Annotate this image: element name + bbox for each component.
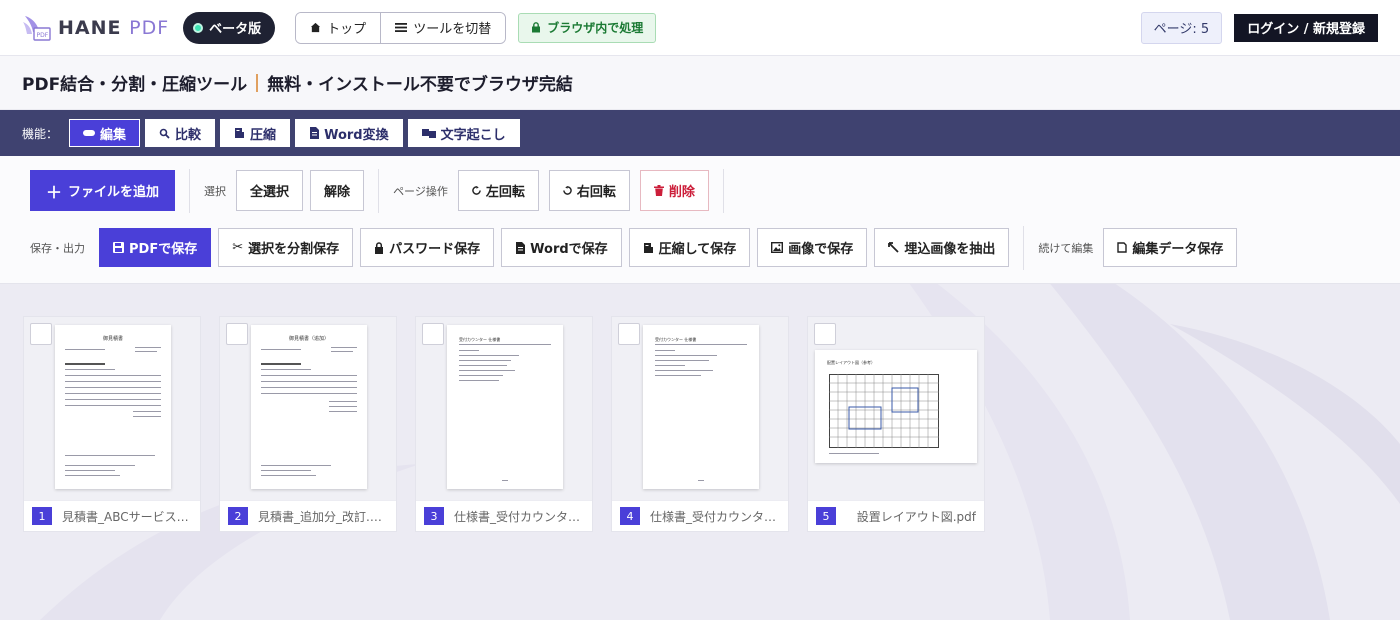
svg-text:PDF: PDF <box>37 32 49 39</box>
page-select-checkbox[interactable] <box>30 323 52 345</box>
page-count-badge: ページ: 5 <box>1140 11 1223 44</box>
page-thumbnails: 御見積書 1 見積書_ABCサービス.pdf 御見積書（追加） 2 見積書_追加… <box>23 316 985 532</box>
save-pdf-button[interactable]: PDFで保存 <box>99 228 212 267</box>
save-icon <box>113 242 124 253</box>
page-title-bar: PDF結合・分割・圧縮ツール 無料・インストール不要でブラウザ完結 <box>0 56 1400 110</box>
password-save-button[interactable]: パスワード保存 <box>360 228 495 267</box>
beta-badge: ベータ版 <box>183 11 276 44</box>
magnifier-icon <box>159 128 170 139</box>
rotate-left-button[interactable]: 左回転 <box>457 170 539 211</box>
tab-compare[interactable]: 比較 <box>145 119 216 147</box>
page-card-footer: 4 仕様書_受付カウンター2.pdf <box>612 500 788 531</box>
menu-icon <box>395 23 408 32</box>
page-preview: 受付カウンター 仕様書 <box>643 325 759 489</box>
feature-label: 機能： <box>22 126 59 141</box>
page-file-name: 設置レイアウト図.pdf <box>856 509 976 524</box>
delete-button[interactable]: 削除 <box>639 170 709 211</box>
page-file-name: 見積書_ABCサービス.pdf <box>62 509 192 524</box>
tab-word-convert[interactable]: Word変換 <box>295 119 403 147</box>
select-group-label: 選択 <box>204 184 227 198</box>
top-header: PDF HANE PDF ベータ版 トップ ツールを切替 ブラウザ内で処理 ペー… <box>0 0 1400 56</box>
toolbar-row-1: ＋ ファイルを追加 選択 全選択 解除 ページ操作 左回転 右回転 削除 <box>30 168 1370 213</box>
document-icon <box>310 127 320 139</box>
page-select-checkbox[interactable] <box>226 323 248 345</box>
tab-edit[interactable]: 編集 <box>69 119 141 147</box>
feature-bar: 機能： 編集 比較 圧縮 Word変換 文字起こし <box>0 110 1400 156</box>
page-preview: 御見積書 <box>55 325 171 489</box>
floor-grid-diagram <box>829 374 939 448</box>
page-card-footer: 5 設置レイアウト図.pdf <box>808 500 984 531</box>
scissors-icon: ✂ <box>232 240 244 255</box>
page-preview: 受付カウンター 仕様書 <box>447 325 563 489</box>
page-preview: 配置レイアウト図（参考） <box>815 350 977 463</box>
page-card-footer: 1 見積書_ABCサービス.pdf <box>24 500 200 531</box>
compress-icon <box>643 242 653 253</box>
hane-logo-icon: PDF <box>23 15 51 41</box>
extract-icon <box>888 242 899 253</box>
page-select-checkbox[interactable] <box>618 323 640 345</box>
deselect-button[interactable]: 解除 <box>310 170 365 211</box>
rotate-right-button[interactable]: 右回転 <box>548 170 630 211</box>
page-card[interactable]: 受付カウンター 仕様書 3 仕様書_受付カウンター.pdf <box>415 316 593 532</box>
page-card-footer: 3 仕様書_受付カウンター.pdf <box>416 500 592 531</box>
title-separator <box>256 73 259 92</box>
tab-compress[interactable]: 圧縮 <box>220 119 291 147</box>
tab-transcribe[interactable]: 文字起こし <box>407 119 520 147</box>
status-dot-icon <box>193 22 204 33</box>
page-number-badge: 5 <box>816 507 836 525</box>
compress-icon <box>235 128 245 138</box>
browser-processing-badge: ブラウザ内で処理 <box>518 12 657 43</box>
split-save-button[interactable]: ✂ 選択を分割保存 <box>218 228 354 267</box>
edit-data-save-button[interactable]: 編集データ保存 <box>1103 228 1238 267</box>
pencil-icon <box>83 130 96 136</box>
lock-icon <box>532 22 541 33</box>
page-preview: 御見積書（追加） <box>251 325 367 489</box>
logo-text: HANE PDF <box>58 16 170 39</box>
lock-icon <box>375 241 384 254</box>
page-card[interactable]: 御見積書（追加） 2 見積書_追加分_改訂.pdf <box>219 316 397 532</box>
page-card[interactable]: 御見積書 1 見積書_ABCサービス.pdf <box>23 316 201 532</box>
page-card[interactable]: 受付カウンター 仕様書 4 仕様書_受付カウンター2.pdf <box>611 316 789 532</box>
page-title: PDF結合・分割・圧縮ツール <box>22 75 248 95</box>
page-file-name: 見積書_追加分_改訂.pdf <box>258 509 388 524</box>
page-number-badge: 1 <box>32 507 52 525</box>
nav-top-button[interactable]: トップ <box>296 12 381 43</box>
page-subtitle: 無料・インストール不要でブラウザ完結 <box>267 75 573 95</box>
select-all-button[interactable]: 全選択 <box>236 170 304 211</box>
bookmark-save-icon <box>1117 242 1128 253</box>
home-icon <box>311 22 321 33</box>
page-number-badge: 3 <box>424 507 444 525</box>
page-select-checkbox[interactable] <box>814 323 836 345</box>
page-file-name: 仕様書_受付カウンター2.pdf <box>650 509 780 524</box>
image-icon <box>771 242 784 253</box>
document-icon <box>516 241 526 254</box>
rotate-right-icon <box>563 186 572 195</box>
page-card[interactable]: 配置レイアウト図（参考） 5 設置レイアウト図.pdf <box>807 316 985 532</box>
page-card-footer: 2 見積書_追加分_改訂.pdf <box>220 500 396 531</box>
transcribe-icon <box>421 129 436 138</box>
image-save-button[interactable]: 画像で保存 <box>757 228 868 267</box>
save-group-label: 保存・出力 <box>30 241 85 255</box>
login-button[interactable]: ログイン / 新規登録 <box>1234 13 1378 42</box>
page-ops-group-label: ページ操作 <box>393 184 448 198</box>
page-grid-area: 御見積書 1 見積書_ABCサービス.pdf 御見積書（追加） 2 見積書_追加… <box>0 284 1400 620</box>
plus-icon: ＋ <box>46 182 63 202</box>
extract-images-button[interactable]: 埋込画像を抽出 <box>874 228 1010 267</box>
logo[interactable]: PDF HANE PDF <box>22 14 169 42</box>
nav-switch-tool-button[interactable]: ツールを切替 <box>380 12 506 43</box>
word-save-button[interactable]: Wordで保存 <box>501 228 622 267</box>
page-select-checkbox[interactable] <box>422 323 444 345</box>
continue-group-label: 続けて編集 <box>1038 241 1094 255</box>
add-file-button[interactable]: ＋ ファイルを追加 <box>30 170 176 211</box>
rotate-left-icon <box>472 186 481 195</box>
trash-icon <box>653 185 664 196</box>
compress-save-button[interactable]: 圧縮して保存 <box>628 228 751 267</box>
page-number-badge: 2 <box>228 507 248 525</box>
action-toolbar: ＋ ファイルを追加 選択 全選択 解除 ページ操作 左回転 右回転 削除 保存・… <box>0 156 1400 284</box>
page-file-name: 仕様書_受付カウンター.pdf <box>454 509 584 524</box>
nav-group: トップ ツールを切替 <box>295 11 507 44</box>
page-number-badge: 4 <box>620 507 640 525</box>
toolbar-row-2: 保存・出力 PDFで保存 ✂ 選択を分割保存 パスワード保存 Wordで保存 圧… <box>30 225 1370 270</box>
